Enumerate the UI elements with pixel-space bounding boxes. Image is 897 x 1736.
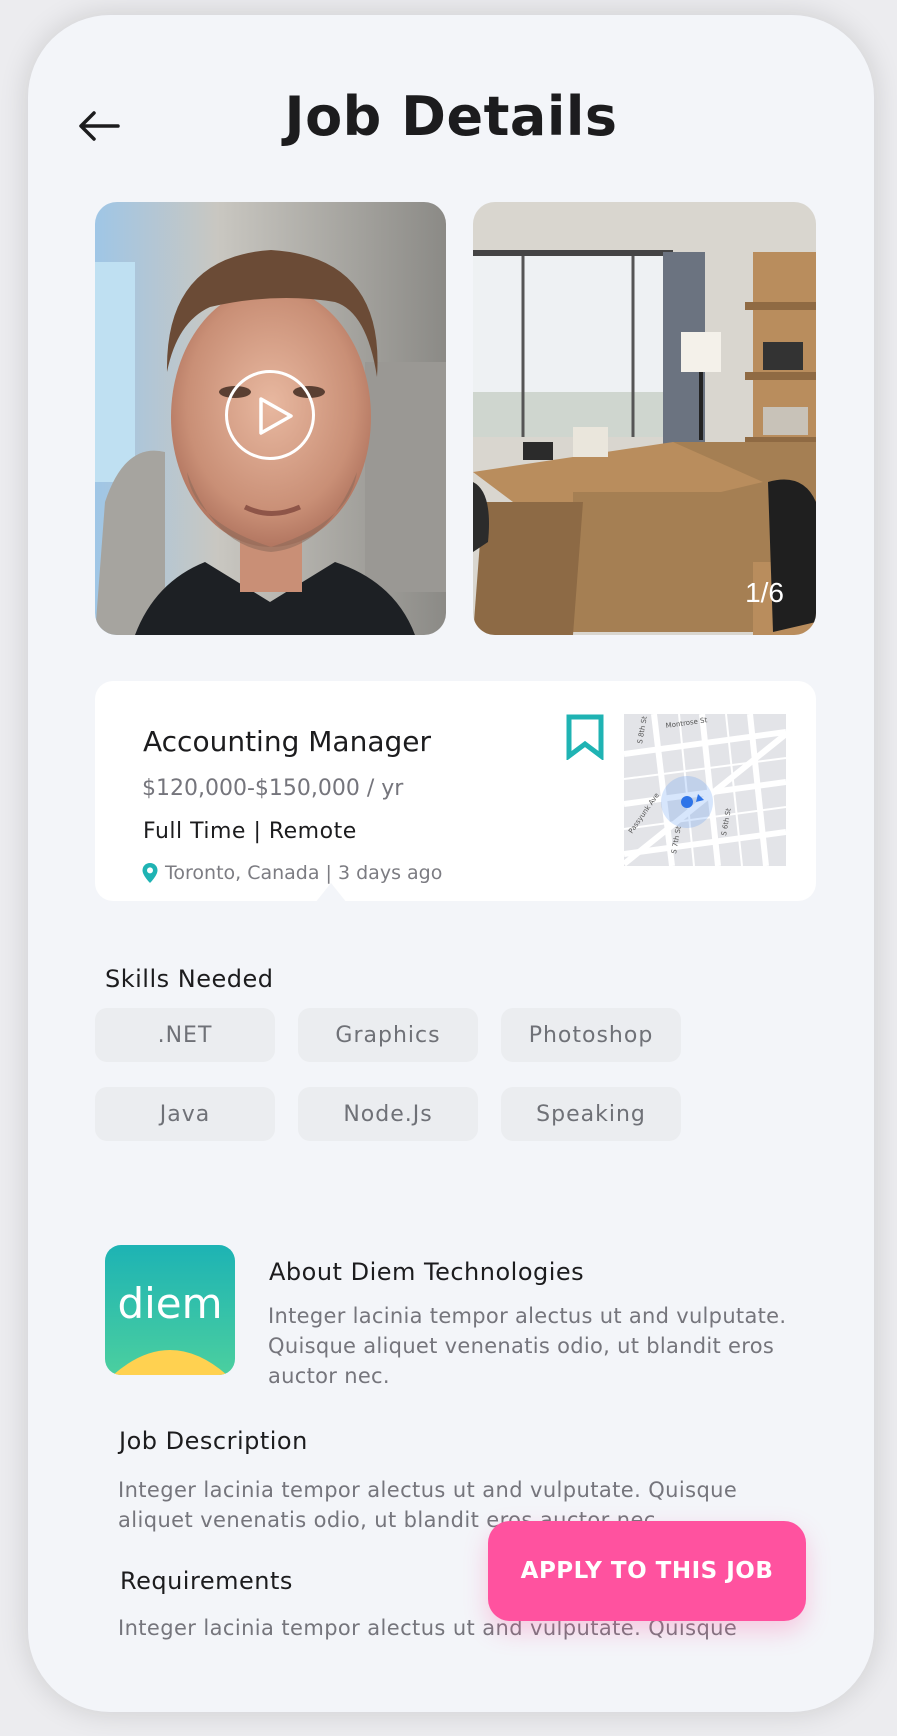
skill-chip[interactable]: Graphics — [298, 1008, 478, 1062]
job-summary-card: Accounting Manager $120,000-$150,000 / y… — [95, 681, 816, 903]
job-location-text: Toronto, Canada | 3 days ago — [165, 862, 443, 884]
job-salary: $120,000-$150,000 / yr — [142, 776, 404, 801]
map-image: S 8th St Montrose St Passyunk Ave S 6th … — [624, 714, 786, 866]
job-type: Full Time | Remote — [143, 819, 357, 844]
requirements-heading: Requirements — [120, 1567, 293, 1595]
phone-screen: Job Details 1/6 Accounting Manager $120,… — [28, 15, 874, 1712]
location-pin-icon — [142, 863, 158, 883]
skill-chip[interactable]: .NET — [95, 1008, 275, 1062]
apply-button[interactable]: APPLY TO THIS JOB — [488, 1521, 806, 1621]
company-logo-text: diem — [117, 1279, 222, 1328]
bookmark-icon[interactable] — [565, 714, 605, 760]
about-company-heading: About Diem Technologies — [269, 1258, 585, 1286]
location-map[interactable]: S 8th St Montrose St Passyunk Ave S 6th … — [624, 714, 786, 866]
office-image — [473, 202, 816, 635]
card-pointer — [315, 883, 347, 903]
job-description-heading: Job Description — [119, 1427, 308, 1455]
play-button[interactable] — [225, 370, 315, 460]
image-counter: 1/6 — [745, 577, 784, 608]
skill-chip[interactable]: Photoshop — [501, 1008, 681, 1062]
company-logo: diem — [105, 1245, 235, 1375]
office-photo[interactable]: 1/6 — [473, 202, 816, 635]
skill-chip[interactable]: Node.Js — [298, 1087, 478, 1141]
skills-heading: Skills Needed — [105, 965, 274, 993]
about-company-text: Integer lacinia tempor alectus ut and vu… — [268, 1304, 787, 1388]
job-location: Toronto, Canada | 3 days ago — [141, 862, 442, 884]
page-title: Job Details — [284, 85, 618, 148]
job-title: Accounting Manager — [143, 725, 431, 758]
skill-chip[interactable]: Speaking — [501, 1087, 681, 1141]
video-thumbnail[interactable] — [95, 202, 446, 635]
company-logo-image: diem — [105, 1245, 235, 1375]
skill-chip[interactable]: Java — [95, 1087, 275, 1141]
play-icon — [259, 397, 293, 435]
